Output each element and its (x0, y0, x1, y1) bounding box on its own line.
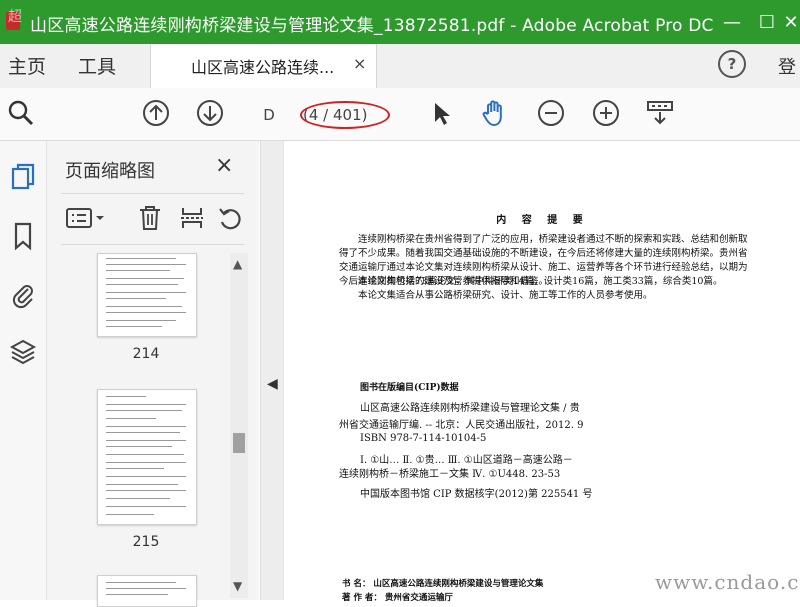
window-title: 山区高速公路连续刚构桥梁建设与管理论文集_13872581.pdf - Adob… (30, 16, 714, 36)
toolbar: D (4 / 401) (0, 88, 800, 141)
cip-line: 连续刚构桥－桥梁施工－文集 Ⅳ. ①U448. 23-53 (339, 469, 561, 480)
help-button[interactable]: ? (718, 50, 746, 78)
arrow-down-icon[interactable] (195, 98, 225, 128)
page-heading: 内 容 提 要 (496, 215, 589, 226)
footer-line: 著 作 者： 贵州省交通运输厅 (342, 593, 453, 603)
scroll-up-arrow[interactable]: ▲ (233, 257, 242, 271)
tab-document[interactable]: 山区高速公路连续... × (150, 44, 377, 88)
page-thumbnails-icon[interactable] (6, 161, 40, 195)
cip-line: Ⅰ. ①山… Ⅱ. ①贵… Ⅲ. ①山区道路－高速公路－ (360, 455, 573, 466)
site-watermark: www.cndao.com (655, 570, 800, 594)
document-tab-label: 山区高速公路连续... (191, 58, 335, 77)
options-menu-icon[interactable] (65, 201, 105, 235)
page-thumbnail-214[interactable] (97, 253, 197, 337)
delete-icon[interactable] (137, 201, 163, 235)
close-window-button[interactable]: ✕ (780, 0, 800, 44)
page-thumbnail-215[interactable] (97, 389, 197, 525)
cip-line: 中国版本图书馆 CIP 数据核字(2012)第 225541 号 (360, 489, 593, 500)
cip-line: 山区高速公路连续刚构桥梁建设与管理论文集 / 贵 (360, 403, 580, 414)
hand-icon[interactable] (480, 98, 510, 128)
cip-line: 州省交通运输厅编. -- 北京：人民交通出版社，2012. 9 (339, 420, 584, 431)
collapse-arrow-icon[interactable]: ◀ (267, 376, 278, 392)
divider (61, 193, 244, 194)
annotation-ellipse (300, 101, 390, 129)
extract-pages-icon[interactable] (179, 201, 205, 235)
thumbnail-scrollbar[interactable]: ▲ ▼ (230, 253, 248, 598)
thumbnail-panel: 页面缩略图 × 214 215 ▲ ▼ (47, 141, 259, 607)
scrollbar-thumb[interactable] (233, 433, 245, 453)
scroll-mode-icon[interactable] (645, 98, 675, 128)
rotate-icon[interactable] (217, 201, 243, 235)
tab-tools[interactable]: 工具 (78, 52, 116, 79)
thumbnail-label: 215 (132, 534, 160, 550)
scroll-down-arrow[interactable]: ▼ (233, 579, 242, 593)
document-view[interactable]: 内 容 提 要 连续刚构桥梁在贵州省得到了广泛的应用，桥梁建设者通过不断的探索和… (283, 141, 800, 603)
close-tab-button[interactable]: × (353, 54, 366, 73)
bookmark-icon[interactable] (6, 219, 40, 253)
layers-icon[interactable] (6, 335, 40, 369)
footer-line: 书 名： 山区高速公路连续刚构桥梁建设与管理论文集 (342, 579, 544, 589)
divider (61, 244, 244, 245)
zoom-out-icon[interactable] (536, 98, 566, 128)
panel-collapse-handle[interactable]: ◀ (260, 141, 283, 600)
arrow-up-icon[interactable] (141, 98, 171, 128)
zoom-in-icon[interactable] (591, 98, 621, 128)
thumbnail-label: 214 (132, 346, 160, 362)
paragraph: 本论文集适合从事公路桥梁研究、设计、施工等工作的人员参考使用。 (358, 290, 653, 301)
paragraph: 本论文集包括73篇论文，其中科研类14篇，设计类16篇，施工类33篇，综合类10… (358, 276, 723, 287)
panel-title: 页面缩略图 (65, 161, 155, 182)
page-thumbnail-next[interactable] (97, 575, 197, 607)
navigation-rail (0, 141, 47, 600)
zoom-search-icon[interactable] (6, 98, 36, 128)
tab-home[interactable]: 主页 (8, 52, 46, 79)
cip-line: ISBN 978-7-114-10104-5 (360, 433, 487, 444)
cursor-icon[interactable] (426, 98, 456, 128)
title-bar: 超 山区高速公路连续刚构桥梁建设与管理论文集_13872581.pdf - Ad… (0, 0, 800, 44)
login-button[interactable]: 登 (778, 53, 796, 79)
tab-bar: 主页 工具 山区高速公路连续... × (0, 44, 800, 89)
pdf-page: 内 容 提 要 连续刚构桥梁在贵州省得到了广泛的应用，桥梁建设者通过不断的探索和… (283, 141, 800, 603)
page-number-input[interactable]: D (252, 102, 286, 128)
attachment-icon[interactable] (6, 277, 40, 311)
corner-watermark: 超 (8, 9, 22, 25)
cip-title: 图书在版编目(CIP)数据 (360, 383, 459, 393)
close-panel-button[interactable]: × (215, 153, 233, 178)
